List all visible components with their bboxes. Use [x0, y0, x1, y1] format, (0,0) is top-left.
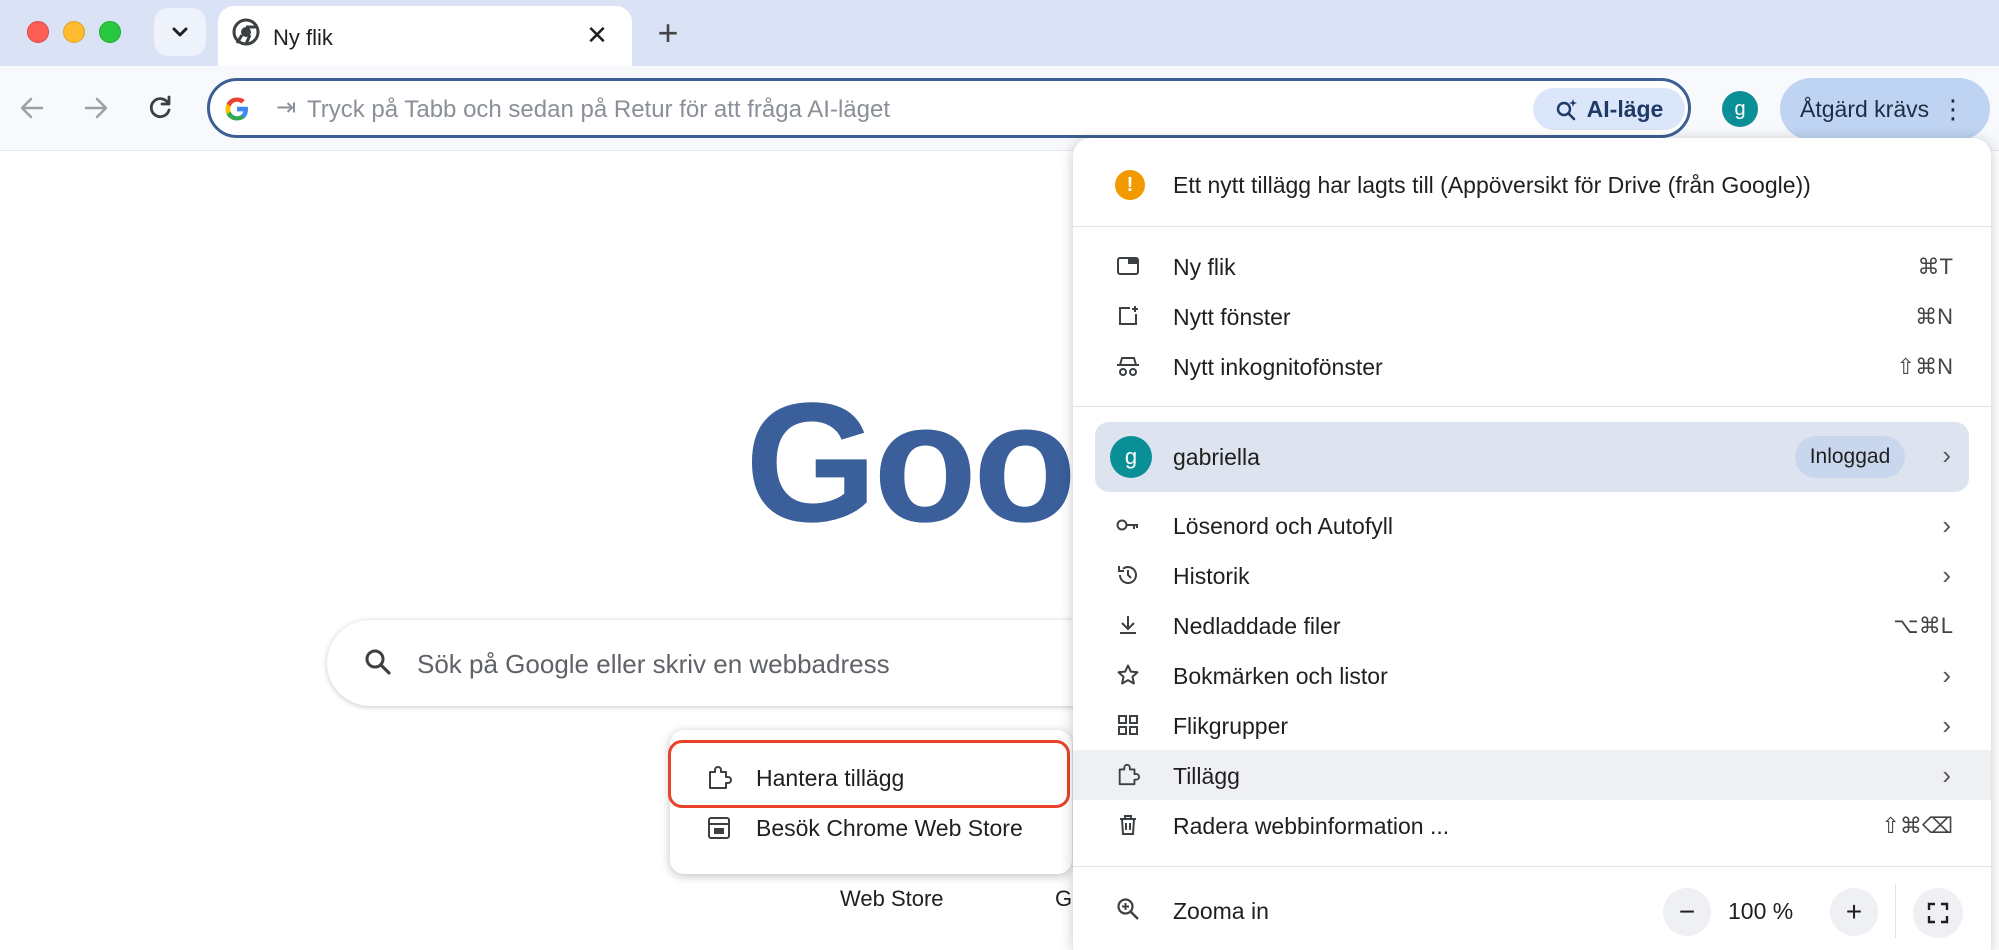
menu-item-label: Ny flik	[1173, 254, 1236, 280]
menu-item-label: Nytt inkognitofönster	[1173, 354, 1383, 380]
submenu-item-label: Besök Chrome Web Store	[756, 815, 1023, 841]
menu-item-shortcut: ⇧⌘⌫	[1881, 813, 1953, 838]
menu-item-shortcut: ⇧⌘N	[1896, 354, 1953, 379]
zoom-label: Zooma in	[1173, 898, 1269, 924]
download-icon	[1115, 612, 1141, 638]
star-icon	[1115, 662, 1141, 688]
submenu-item-visit-web-store[interactable]: Besök Chrome Web Store	[670, 802, 1072, 852]
zoom-value: 100 %	[1728, 898, 1794, 924]
menu-item-label: Historik	[1173, 563, 1250, 589]
zoom-in-button[interactable]: +	[1830, 888, 1878, 936]
annotation-highlight	[668, 740, 1070, 808]
fullscreen-button[interactable]	[1913, 888, 1963, 938]
divider	[1073, 406, 1991, 407]
tab-strip: Ny flik ✕ +	[0, 0, 1999, 66]
chrome-menu: ! Ett nytt tillägg har lagts till (Appöv…	[1073, 138, 1991, 950]
menu-item-new-window[interactable]: Nytt fönster ⌘N	[1073, 291, 1991, 341]
puzzle-icon	[1115, 762, 1141, 788]
menu-item-shortcut: ⌘T	[1917, 254, 1953, 279]
zoom-in-icon	[1115, 896, 1141, 927]
tab-key-hint: ⇥	[276, 94, 297, 121]
key-icon	[1115, 512, 1141, 538]
menu-item-label: Lösenord och Autofyll	[1173, 513, 1393, 539]
notice-text: Ett nytt tillägg har lagts till (Appöver…	[1173, 172, 1811, 198]
divider	[1895, 884, 1896, 938]
menu-item-extensions[interactable]: Tillägg ›	[1073, 750, 1991, 800]
profile-name: gabriella	[1173, 444, 1260, 470]
window-zoom-button[interactable]	[99, 21, 121, 43]
chevron-right-icon: ›	[1942, 710, 1951, 740]
menu-item-downloads[interactable]: Nedladdade filer ⌥⌘L	[1073, 600, 1991, 650]
back-button[interactable]	[12, 88, 52, 128]
more-vert-icon: ⋮	[1940, 94, 1966, 124]
shortcut-label-g[interactable]: G	[1055, 886, 1072, 912]
arrow-right-icon	[84, 97, 108, 119]
tab-title: Ny flik	[273, 25, 333, 50]
menu-item-bookmarks[interactable]: Bokmärken och listor ›	[1073, 650, 1991, 700]
address-bar[interactable]: ⇥ Tryck på Tabb och sedan på Retur för a…	[207, 78, 1691, 138]
menu-zoom-row: Zooma in − 100 % +	[1073, 870, 1991, 950]
extension-notice[interactable]: ! Ett nytt tillägg har lagts till (Appöv…	[1073, 138, 1991, 226]
action-required-label: Åtgärd krävs	[1800, 95, 1930, 122]
shortcut-label-web-store[interactable]: Web Store	[840, 886, 944, 912]
chevron-right-icon: ›	[1942, 660, 1951, 690]
menu-item-label: Radera webbinformation ...	[1173, 813, 1450, 839]
warning-icon: !	[1115, 170, 1145, 200]
arrow-left-icon	[20, 97, 44, 119]
menu-item-tab-groups[interactable]: Flikgrupper ›	[1073, 700, 1991, 750]
trash-icon	[1115, 812, 1141, 838]
google-g-icon	[223, 95, 251, 128]
web-store-icon	[706, 815, 732, 846]
divider	[1073, 866, 1991, 867]
tab-search-button[interactable]	[154, 8, 206, 56]
search-placeholder: Sök på Google eller skriv en webbadress	[417, 649, 890, 679]
chevron-right-icon: ›	[1942, 440, 1951, 470]
reload-button[interactable]	[140, 88, 180, 128]
forward-button[interactable]	[76, 88, 116, 128]
ai-search-icon	[1556, 99, 1577, 121]
signed-in-badge: Inloggad	[1795, 436, 1905, 478]
chevron-right-icon: ›	[1942, 560, 1951, 590]
divider	[1073, 226, 1991, 227]
tab-close-icon[interactable]: ✕	[584, 20, 610, 50]
reload-icon	[149, 95, 171, 119]
search-icon	[363, 647, 393, 682]
menu-item-label: Nytt fönster	[1173, 304, 1291, 330]
menu-item-passwords[interactable]: Lösenord och Autofyll ›	[1073, 500, 1991, 550]
menu-item-label: Tillägg	[1173, 763, 1240, 789]
menu-item-label: Flikgrupper	[1173, 713, 1289, 739]
menu-profile-row[interactable]: g gabriella Inloggad ›	[1095, 422, 1969, 492]
chevron-right-icon: ›	[1942, 510, 1951, 540]
chrome-icon	[232, 18, 260, 51]
menu-item-shortcut: ⌘N	[1915, 304, 1953, 329]
incognito-icon	[1115, 353, 1141, 379]
menu-item-incognito[interactable]: Nytt inkognitofönster ⇧⌘N	[1073, 341, 1991, 391]
tab-ny-flik[interactable]: Ny flik ✕	[218, 6, 632, 66]
new-window-icon	[1115, 303, 1141, 329]
window-minimize-button[interactable]	[63, 21, 85, 43]
chevron-down-icon	[172, 27, 188, 37]
action-required-button[interactable]: Åtgärd krävs ⋮	[1780, 78, 1990, 140]
search-box[interactable]: Sök på Google eller skriv en webbadress	[327, 620, 1127, 706]
window-close-button[interactable]	[27, 21, 49, 43]
ai-mode-button[interactable]: AI-läge	[1533, 88, 1685, 130]
address-placeholder: Tryck på Tabb och sedan på Retur för att…	[307, 96, 890, 123]
menu-item-shortcut: ⌥⌘L	[1893, 613, 1953, 638]
menu-item-label: Nedladdade filer	[1173, 613, 1341, 639]
ai-mode-label: AI-läge	[1586, 95, 1664, 122]
menu-item-new-tab[interactable]: Ny flik ⌘T	[1073, 241, 1991, 291]
menu-item-label: Bokmärken och listor	[1173, 663, 1388, 689]
chevron-right-icon: ›	[1942, 760, 1951, 790]
menu-item-history[interactable]: Historik ›	[1073, 550, 1991, 600]
profile-avatar-button[interactable]: g	[1722, 91, 1758, 127]
fullscreen-icon	[1927, 902, 1949, 924]
new-tab-icon	[1115, 253, 1141, 279]
history-icon	[1115, 562, 1141, 588]
zoom-out-button[interactable]: −	[1663, 888, 1711, 936]
menu-item-clear-browsing-data[interactable]: Radera webbinformation ... ⇧⌘⌫	[1073, 800, 1991, 850]
new-tab-button[interactable]: +	[648, 12, 688, 53]
grid-icon	[1115, 712, 1141, 738]
avatar: g	[1110, 436, 1152, 478]
